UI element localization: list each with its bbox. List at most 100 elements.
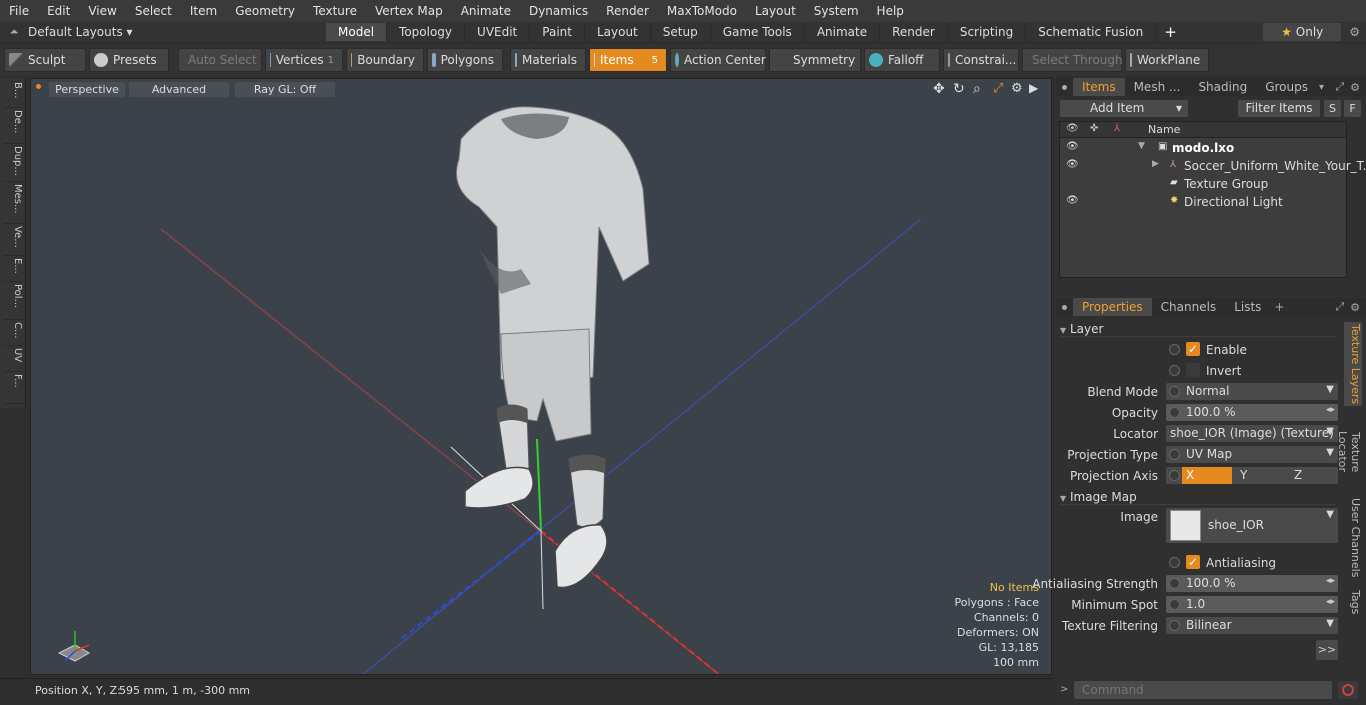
- tab-mesh[interactable]: Mesh ...: [1125, 78, 1190, 96]
- side-tab-texture-locator[interactable]: Texture Locator: [1336, 410, 1362, 494]
- left-tab-7[interactable]: Pol...: [3, 284, 23, 320]
- collapse-arrow-icon[interactable]: ▼: [1138, 141, 1145, 151]
- tab-channels[interactable]: Channels: [1152, 298, 1226, 316]
- 3d-viewport[interactable]: Perspective Advanced Ray GL: Off ✥ ↻ ⌕ ⤢…: [30, 78, 1052, 675]
- command-input[interactable]: [1074, 681, 1332, 699]
- image-map-section[interactable]: ▼ Image Map: [1060, 490, 1336, 505]
- vertices-button[interactable]: Vertices 1: [265, 48, 343, 72]
- axis-x-button[interactable]: X: [1182, 467, 1232, 484]
- tab-properties[interactable]: Properties: [1073, 298, 1152, 316]
- falloff-button[interactable]: Falloff: [864, 48, 940, 72]
- lock-icon[interactable]: ✜: [1090, 123, 1098, 134]
- filter-items-button[interactable]: Filter Items: [1238, 100, 1320, 117]
- eye-icon[interactable]: 👁: [1066, 123, 1079, 134]
- layer-section[interactable]: ▼ Layer: [1060, 322, 1336, 337]
- slider-arrows-icon[interactable]: ◂▸: [1326, 405, 1335, 415]
- action-center-button[interactable]: Action Center: [670, 48, 766, 72]
- menu-system[interactable]: System: [805, 0, 868, 22]
- tab-groups[interactable]: Groups: [1256, 78, 1317, 96]
- antialiasing-checkbox[interactable]: ✓ Antialiasing: [1166, 554, 1338, 571]
- axis-z-button[interactable]: Z: [1290, 467, 1338, 484]
- expand-icon[interactable]: ⤢: [1335, 300, 1344, 314]
- workplane-button[interactable]: WorkPlane: [1125, 48, 1209, 72]
- left-tab-10[interactable]: F...: [3, 374, 23, 404]
- menu-item[interactable]: Item: [181, 0, 226, 22]
- side-tab-user-channels[interactable]: User Channels: [1344, 498, 1362, 578]
- item-row[interactable]: ▰ Texture Group: [1060, 175, 1346, 193]
- slider-arrows-icon[interactable]: ◂▸: [1326, 576, 1335, 586]
- perspective-dropdown[interactable]: Perspective: [49, 82, 125, 97]
- tab-layout[interactable]: Layout: [585, 23, 651, 41]
- viewport-options-dot[interactable]: [36, 84, 41, 89]
- auto-select-button[interactable]: Auto Select: [178, 48, 262, 72]
- gear-icon[interactable]: ⚙: [1350, 301, 1360, 314]
- menu-geometry[interactable]: Geometry: [226, 0, 304, 22]
- left-tab-5[interactable]: Ve...: [3, 226, 23, 256]
- tab-lists[interactable]: Lists: [1225, 298, 1270, 316]
- tab-model[interactable]: Model: [326, 23, 388, 41]
- menu-dynamics[interactable]: Dynamics: [520, 0, 597, 22]
- tab-uvedit[interactable]: UVEdit: [465, 23, 531, 41]
- invert-checkbox[interactable]: Invert: [1166, 362, 1338, 379]
- rotate-view-icon[interactable]: ↻: [953, 81, 965, 97]
- image-select[interactable]: shoe_IOR ▼: [1166, 508, 1338, 543]
- presets-button[interactable]: Presets: [89, 48, 169, 72]
- polygons-button[interactable]: Polygons: [427, 48, 503, 72]
- left-tab-8[interactable]: C...: [3, 322, 23, 346]
- s-button[interactable]: S: [1324, 100, 1341, 117]
- tab-schematic-fusion[interactable]: Schematic Fusion: [1026, 23, 1157, 41]
- locator-select[interactable]: shoe_IOR (Image) (Texture) ▼: [1166, 425, 1338, 442]
- enable-checkbox[interactable]: ✓ Enable: [1166, 341, 1338, 358]
- layout-arrow-icon[interactable]: ⏶: [0, 25, 28, 39]
- play-icon[interactable]: ▶: [1029, 81, 1038, 95]
- menu-layout[interactable]: Layout: [746, 0, 805, 22]
- record-button[interactable]: [1338, 681, 1358, 699]
- add-tab-icon[interactable]: +: [1274, 300, 1284, 314]
- axis-y-button[interactable]: Y: [1236, 467, 1286, 484]
- tab-items[interactable]: Items: [1073, 78, 1125, 96]
- slider-arrows-icon[interactable]: ◂▸: [1326, 597, 1335, 607]
- expand-arrow-icon[interactable]: ▶: [1152, 159, 1159, 169]
- eye-icon[interactable]: 👁: [1066, 159, 1079, 170]
- left-tab-6[interactable]: E...: [3, 258, 23, 282]
- left-tab-2[interactable]: De...: [3, 110, 23, 144]
- menu-render[interactable]: Render: [597, 0, 658, 22]
- name-column-header[interactable]: Name: [1148, 123, 1180, 136]
- eye-icon[interactable]: 👁: [1066, 141, 1079, 152]
- gear-icon[interactable]: ⚙: [1350, 81, 1360, 94]
- tab-game-tools[interactable]: Game Tools: [711, 23, 805, 41]
- menu-maxtomodo[interactable]: MaxToModo: [658, 0, 746, 22]
- left-tab-3[interactable]: Dup...: [3, 146, 23, 182]
- tab-shading[interactable]: Shading: [1189, 78, 1256, 96]
- type-icon[interactable]: ⅄: [1114, 123, 1120, 134]
- menu-edit[interactable]: Edit: [38, 0, 79, 22]
- layout-selector[interactable]: Default Layouts ▾: [28, 25, 326, 39]
- item-row[interactable]: 👁 ▶ ⅄ Soccer_Uniform_White_Your_T...: [1060, 157, 1366, 175]
- menu-view[interactable]: View: [79, 0, 125, 22]
- tab-render[interactable]: Render: [880, 23, 948, 41]
- only-toggle[interactable]: ★ Only: [1263, 23, 1342, 41]
- opacity-field[interactable]: 100.0 % ◂▸: [1166, 404, 1338, 421]
- tab-paint[interactable]: Paint: [530, 23, 585, 41]
- eye-icon[interactable]: 👁: [1066, 195, 1079, 206]
- viewport-settings-icon[interactable]: ⚙: [1011, 81, 1023, 96]
- add-item-button[interactable]: Add Item ▾: [1060, 100, 1188, 117]
- maximize-view-icon[interactable]: ⤢: [993, 81, 1003, 96]
- left-tab-4[interactable]: Mes...: [3, 184, 23, 224]
- add-tab-icon[interactable]: +: [1156, 23, 1185, 41]
- menu-texture[interactable]: Texture: [304, 0, 366, 22]
- menu-animate[interactable]: Animate: [452, 0, 520, 22]
- more-button[interactable]: >>: [1316, 640, 1338, 660]
- expand-icon[interactable]: ⤢: [1335, 80, 1344, 94]
- left-tab-1[interactable]: B...: [3, 82, 23, 108]
- menu-help[interactable]: Help: [868, 0, 913, 22]
- blend-mode-select[interactable]: Normal ▼: [1166, 383, 1338, 400]
- tab-topology[interactable]: Topology: [387, 23, 466, 41]
- symmetry-button[interactable]: Symmetry: [769, 48, 861, 72]
- minimum-spot-field[interactable]: 1.0 ◂▸: [1166, 596, 1338, 613]
- projection-type-select[interactable]: UV Map ▼: [1166, 446, 1338, 463]
- boundary-button[interactable]: Boundary: [346, 48, 424, 72]
- chevron-down-icon[interactable]: ▾: [1319, 82, 1324, 93]
- sculpt-button[interactable]: Sculpt: [4, 48, 86, 72]
- raygl-dropdown[interactable]: Ray GL: Off: [235, 82, 335, 97]
